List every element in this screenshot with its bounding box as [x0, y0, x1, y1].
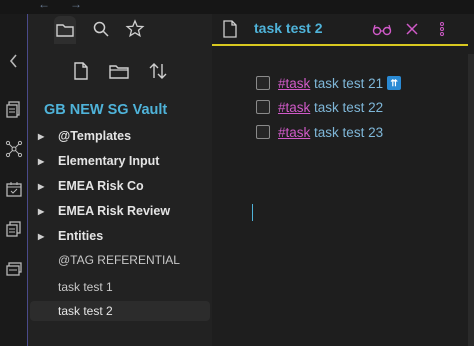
- task-item: #task task test 21 ⇈: [256, 74, 402, 94]
- task-checkbox[interactable]: [256, 76, 270, 91]
- folder-item[interactable]: ▶ @Templates: [38, 125, 131, 147]
- new-note-icon[interactable]: [70, 60, 92, 82]
- file-item[interactable]: @TAG REFERENTIAL: [58, 250, 180, 270]
- editor-pane: task test 2 #task task test 21 ⇈ #task ta…: [212, 14, 474, 346]
- task-checkbox[interactable]: [256, 100, 270, 115]
- folder-item[interactable]: ▶ Elementary Input: [38, 150, 159, 172]
- folder-item[interactable]: ▶ EMEA Risk Co: [38, 175, 144, 197]
- scrollbar[interactable]: [468, 54, 474, 346]
- task-text: task test 23: [314, 125, 384, 140]
- close-icon[interactable]: [404, 21, 422, 37]
- folder-label: Entities: [58, 229, 104, 243]
- tag-link[interactable]: #task: [278, 100, 310, 115]
- arrow-right-icon[interactable]: →: [70, 0, 82, 11]
- folder-item[interactable]: ▶ EMEA Risk Review: [38, 200, 170, 222]
- task-text: task test 21: [314, 76, 384, 91]
- folder-label: @Templates: [58, 129, 132, 143]
- chevron-right-icon: ▶: [38, 156, 45, 166]
- chevron-right-icon: ▶: [38, 231, 45, 241]
- arrow-left-icon[interactable]: ←: [38, 0, 50, 11]
- file-explorer-sidebar: GB NEW SG Vault ▶ @Templates ▶ Elementary …: [28, 14, 212, 346]
- vault-name[interactable]: GB NEW SG Vault: [44, 102, 167, 118]
- sort-icon[interactable]: [147, 60, 169, 82]
- chevron-right-icon: ▶: [38, 206, 45, 216]
- task-item: #task task test 22: [256, 98, 383, 118]
- task-text: task test 22: [314, 100, 384, 115]
- file-item[interactable]: task test 1: [58, 277, 113, 297]
- search-icon[interactable]: [90, 18, 112, 40]
- text-cursor: [252, 204, 253, 221]
- folder-label: EMEA Risk Review: [58, 204, 171, 218]
- calendar-icon[interactable]: [5, 180, 23, 198]
- sidebar-tabs: [50, 14, 212, 44]
- note-title[interactable]: task test 2: [254, 20, 322, 36]
- document-icon: [222, 20, 238, 38]
- new-folder-icon[interactable]: [108, 60, 130, 82]
- priority-high-icon: ⇈: [387, 76, 402, 91]
- files-icon[interactable]: [5, 100, 23, 118]
- file-item-active[interactable]: task test 2: [30, 301, 210, 321]
- ribbon: [0, 14, 28, 346]
- glasses-icon[interactable]: [372, 21, 392, 37]
- copy-icon[interactable]: [5, 220, 23, 238]
- folder-label: Elementary Input: [58, 154, 160, 168]
- task-item: #task task test 23: [256, 123, 383, 143]
- editor-header: task test 2: [212, 14, 468, 46]
- more-icon[interactable]: [438, 21, 446, 37]
- collapse-sidebar-icon[interactable]: [5, 52, 23, 70]
- folder-item[interactable]: ▶ Entities: [38, 225, 103, 247]
- chevron-right-icon: ▶: [38, 181, 45, 191]
- tag-link[interactable]: #task: [278, 76, 310, 91]
- star-icon[interactable]: [124, 18, 146, 40]
- top-bar: ← →: [0, 0, 474, 14]
- folder-label: EMEA Risk Co: [58, 179, 144, 193]
- chevron-right-icon: ▶: [38, 131, 45, 141]
- graph-icon[interactable]: [5, 140, 23, 158]
- task-checkbox[interactable]: [256, 125, 270, 140]
- tag-link[interactable]: #task: [278, 125, 310, 140]
- folder-icon[interactable]: [54, 16, 76, 44]
- slides-icon[interactable]: [5, 260, 23, 278]
